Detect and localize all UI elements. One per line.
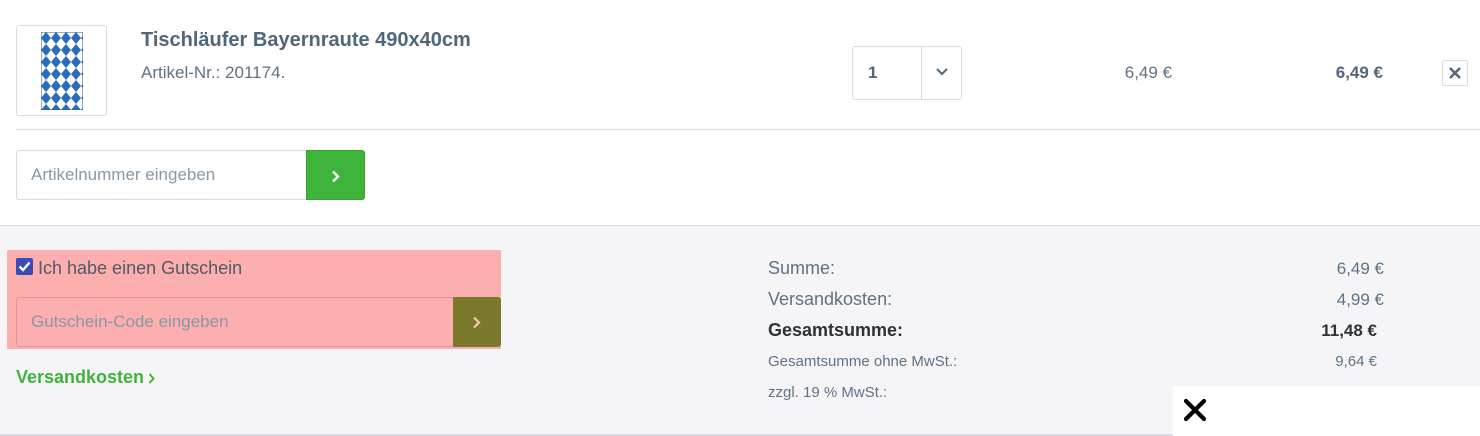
overlay-close-button[interactable] xyxy=(1183,398,1209,424)
close-icon xyxy=(1183,398,1207,422)
subtotal-value: 6,49 € xyxy=(1336,259,1384,278)
product-thumbnail[interactable] xyxy=(16,25,107,116)
chevron-right-icon xyxy=(148,373,155,384)
shipping-label: Versandkosten: xyxy=(768,289,893,309)
chevron-right-icon xyxy=(473,316,481,329)
add-article-button[interactable] xyxy=(306,150,365,200)
net-total-value: 9,64 € xyxy=(1335,353,1377,370)
shipping-costs-link-label: Versandkosten xyxy=(16,367,145,387)
article-number-input[interactable] xyxy=(17,151,308,199)
close-icon xyxy=(1449,67,1461,79)
chevron-down-icon xyxy=(936,68,948,76)
divider xyxy=(16,129,1480,130)
bavarian-diamond-pattern-image xyxy=(41,32,83,110)
shipping-costs-link[interactable]: Versandkosten xyxy=(16,367,155,388)
grand-total-value: 11,48 € xyxy=(1321,321,1377,340)
product-title[interactable]: Tischläufer Bayernraute 490x40cm xyxy=(141,29,471,52)
unit-price: 6,49 € xyxy=(1124,63,1172,82)
remove-item-button[interactable] xyxy=(1442,60,1468,86)
quantity-dropdown-toggle[interactable] xyxy=(921,47,961,99)
subtotal-label: Summe: xyxy=(768,258,836,278)
chevron-right-icon xyxy=(332,170,340,183)
quantity-value: 1 xyxy=(868,63,878,82)
voucher-checkbox[interactable] xyxy=(16,258,33,275)
net-total-label: Gesamtsumme ohne MwSt.: xyxy=(768,353,958,370)
line-total: 6,49 € xyxy=(1335,63,1383,82)
overlay-panel xyxy=(1173,386,1480,436)
checkmark-icon xyxy=(18,261,31,272)
grand-total-label: Gesamtsumme: xyxy=(768,320,904,340)
article-number-field[interactable] xyxy=(16,150,308,200)
vat-label: zzgl. 19 % MwSt.: xyxy=(768,384,888,401)
redeem-voucher-button[interactable] xyxy=(453,297,501,347)
product-sku: Artikel-Nr.: 201174. xyxy=(141,63,286,82)
shipping-value: 4,99 € xyxy=(1336,290,1384,309)
quantity-select[interactable]: 1 xyxy=(852,46,962,100)
voucher-code-input[interactable] xyxy=(17,298,455,346)
voucher-checkbox-label[interactable]: Ich habe einen Gutschein xyxy=(38,258,242,279)
voucher-code-field[interactable] xyxy=(16,297,455,347)
